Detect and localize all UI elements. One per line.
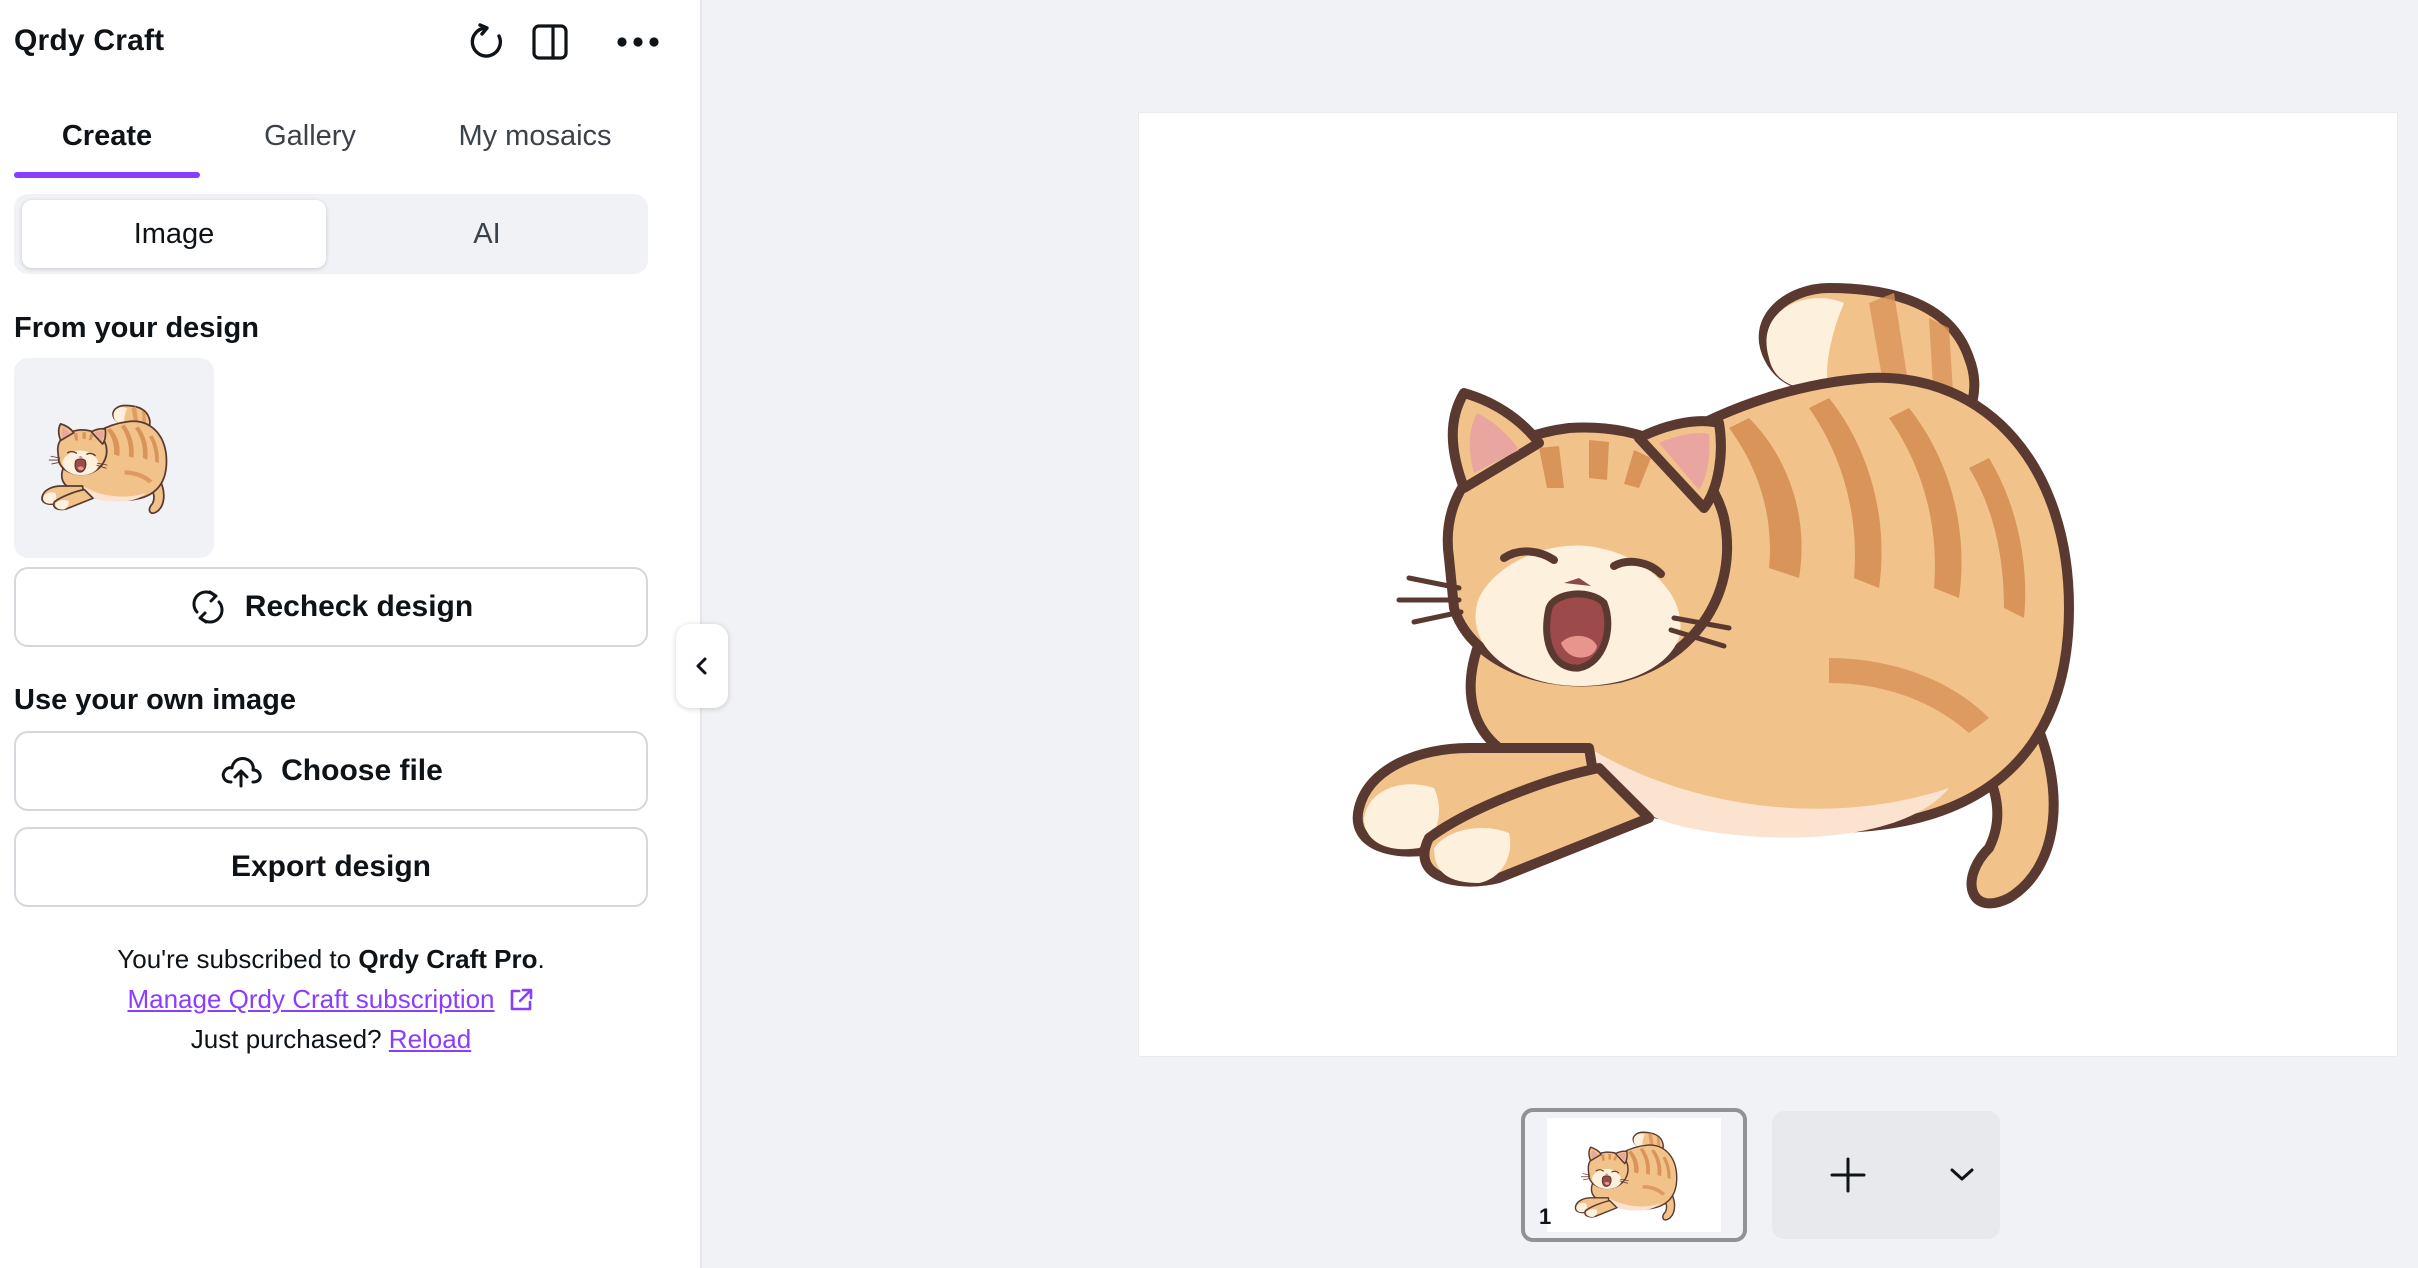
subscription-suffix: . — [537, 944, 545, 974]
collapse-panel-button[interactable] — [676, 624, 728, 708]
subscription-status: You're subscribed to Qrdy Craft Pro. — [0, 944, 662, 975]
app-sidebar: Qrdy Craft Create Gallery My mosaics Ima… — [0, 0, 702, 1268]
from-design-heading: From your design — [14, 312, 259, 344]
add-page-button[interactable] — [1772, 1111, 1924, 1239]
recheck-design-label: Recheck design — [244, 590, 474, 623]
export-design-button[interactable]: Export design — [14, 827, 648, 907]
chevron-down-icon — [1950, 1168, 1974, 1181]
tab-create[interactable]: Create — [14, 110, 200, 180]
cat-image-small — [1547, 1118, 1721, 1232]
reload-link[interactable]: Reload — [389, 1024, 471, 1054]
page-thumbnail[interactable]: 1 — [1521, 1108, 1747, 1242]
recheck-design-button[interactable]: Recheck design — [14, 567, 648, 647]
just-purchased-row: Just purchased? Reload — [0, 1024, 662, 1055]
more-icon[interactable] — [614, 18, 662, 66]
chevron-left-icon — [696, 657, 707, 675]
add-page-options-button[interactable] — [1924, 1111, 2000, 1239]
subscription-prefix: You're subscribed to — [117, 944, 359, 974]
manage-subscription-link[interactable]: Manage Qrdy Craft subscription — [127, 984, 494, 1015]
recheck-icon — [189, 588, 227, 626]
app-header: Qrdy Craft — [0, 0, 702, 86]
own-image-heading: Use your own image — [14, 684, 297, 716]
tab-my-mosaics[interactable]: My mosaics — [420, 110, 650, 180]
subscription-plan: Qrdy Craft Pro — [358, 944, 538, 974]
segment-image[interactable]: Image — [22, 200, 326, 268]
refresh-icon[interactable] — [462, 18, 510, 66]
design-thumbnail[interactable] — [14, 358, 214, 558]
tab-bar: Create Gallery My mosaics — [14, 110, 654, 180]
add-page-control — [1772, 1111, 2000, 1239]
cat-illustration — [1269, 188, 2269, 988]
choose-file-button[interactable]: Choose file — [14, 731, 648, 811]
cat-image — [26, 388, 202, 528]
choose-file-label: Choose file — [281, 754, 443, 787]
page-number: 1 — [1539, 1204, 1552, 1229]
side-panel-icon[interactable] — [526, 18, 574, 66]
cloud-upload-icon — [219, 752, 263, 790]
source-toggle: Image AI — [14, 194, 648, 274]
external-link-icon — [510, 988, 532, 1010]
manage-subscription-row: Manage Qrdy Craft subscription — [0, 984, 662, 1015]
export-design-label: Export design — [230, 850, 432, 883]
app-title: Qrdy Craft — [14, 24, 165, 57]
design-canvas[interactable] — [1139, 113, 2397, 1056]
just-purchased-text: Just purchased? — [190, 1024, 389, 1054]
tab-gallery[interactable]: Gallery — [220, 110, 400, 180]
segment-ai[interactable]: AI — [334, 200, 640, 268]
plus-icon — [1830, 1157, 1866, 1193]
